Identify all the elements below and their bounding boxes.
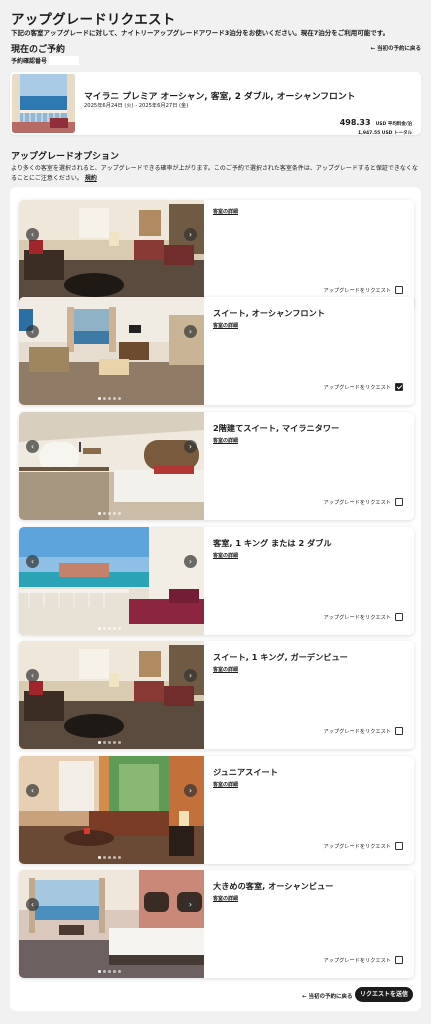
page-title: アップグレードリクエスト <box>11 12 176 28</box>
terms-link[interactable]: 規約 <box>85 175 97 182</box>
room-photo: ‹ › <box>19 412 204 520</box>
photo-dots <box>98 512 121 515</box>
previous-photo-button[interactable]: ‹ <box>26 669 39 682</box>
upgrade-request-label: アップグレードをリクエスト <box>323 843 391 850</box>
room-photo: ‹ › <box>19 870 204 978</box>
next-photo-button[interactable]: › <box>184 784 197 797</box>
upgrade-checkbox[interactable] <box>395 498 403 506</box>
upgrade-request-label: アップグレードをリクエスト <box>323 614 391 621</box>
intro-text: 下記の客室アップグレードに対して、ナイトリーアップグレードアワード3泊分をお使い… <box>11 29 390 37</box>
upgrade-checkbox[interactable] <box>395 613 403 621</box>
upgrade-checkbox[interactable] <box>395 727 403 735</box>
room-card: ‹ › スイート, 1 キング, ガーデンビュー 客室の詳細 アップグレードをリ… <box>19 641 414 749</box>
photo-dots <box>98 741 121 744</box>
room-name: 客室, 1 キング または 2 ダブル <box>213 538 332 548</box>
room-card: ‹ › 2階建てスイート, マイラニタワー 客室の詳細 アップグレードをリクエス… <box>19 412 414 520</box>
room-details-link[interactable]: 客室の詳細 <box>213 437 238 444</box>
submit-request-button[interactable]: リクエストを送信 <box>355 987 413 1002</box>
upgrade-request-option[interactable]: アップグレードをリクエスト <box>324 383 403 391</box>
price-block: 498.33 USD 平均料金/泊 1,947.55 USD トータル <box>340 110 412 136</box>
upgrade-checkbox[interactable] <box>395 956 403 964</box>
room-details-link[interactable]: 客室の詳細 <box>213 322 238 329</box>
photo-dots <box>98 397 121 400</box>
room-card: ‹ › 客室の詳細 アップグレードをリクエスト <box>19 200 414 308</box>
room-name: スイート, 1 キング, ガーデンビュー <box>213 652 348 662</box>
next-photo-button[interactable]: › <box>184 325 197 338</box>
current-booking-heading: 現在のご予約 <box>11 45 66 55</box>
room-photo: ‹ › <box>19 641 204 749</box>
next-photo-button[interactable]: › <box>184 555 197 568</box>
room-details-link[interactable]: 客室の詳細 <box>213 895 238 902</box>
previous-photo-button[interactable]: ‹ <box>26 555 39 568</box>
confirmation-number: 予約確認番号 <box>11 56 80 65</box>
room-photo: ‹ › <box>19 200 204 308</box>
price-unit: USD 平均料金/泊 <box>375 122 412 127</box>
room-photo: ‹ › <box>19 297 204 405</box>
upgrade-checkbox[interactable] <box>395 383 403 391</box>
upgrade-request-label: アップグレードをリクエスト <box>323 287 391 294</box>
photo-dots <box>98 970 121 973</box>
next-photo-button[interactable]: › <box>184 228 197 241</box>
next-photo-button[interactable]: › <box>184 440 197 453</box>
current-room-photo <box>12 74 75 133</box>
next-photo-button[interactable]: › <box>184 669 197 682</box>
room-details-link[interactable]: 客室の詳細 <box>213 552 238 559</box>
next-photo-button[interactable]: › <box>184 898 197 911</box>
photo-dots <box>98 856 121 859</box>
room-name: ジュニアスイート <box>213 767 278 777</box>
upgrade-checkbox[interactable] <box>395 842 403 850</box>
room-photo: ‹ › <box>19 756 204 864</box>
price-amount: 498.33 <box>339 118 371 127</box>
room-details-link[interactable]: 客室の詳細 <box>213 781 238 788</box>
upgrade-request-label: アップグレードをリクエスト <box>323 957 391 964</box>
upgrade-checkbox[interactable] <box>395 286 403 294</box>
room-details-link[interactable]: 客室の詳細 <box>213 666 238 673</box>
price-total: 1,947.55 USD トータル <box>358 131 412 136</box>
upgrade-request-option[interactable]: アップグレードをリクエスト <box>324 727 403 735</box>
photo-dots <box>98 627 121 630</box>
back-to-original-link[interactable]: ← 当初の予約に戻る <box>370 44 421 52</box>
description-text: より多くの客室を選択されると、アップグレードできる確率が上がります。このご予約で… <box>11 165 418 182</box>
room-name: 大きめの客室, オーシャンビュー <box>213 881 334 891</box>
room-name: 2階建てスイート, マイラニタワー <box>213 423 340 433</box>
previous-photo-button[interactable]: ‹ <box>26 784 39 797</box>
room-details-link[interactable]: 客室の詳細 <box>213 208 238 215</box>
upgrade-request-option[interactable]: アップグレードをリクエスト <box>324 498 403 506</box>
previous-photo-button[interactable]: ‹ <box>26 228 39 241</box>
previous-photo-button[interactable]: ‹ <box>26 898 39 911</box>
room-name: スイート, オーシャンフロント <box>213 308 325 318</box>
upgrade-request-label: アップグレードをリクエスト <box>323 728 391 735</box>
confirmation-label: 予約確認番号 <box>11 58 48 65</box>
room-card: ‹ › 大きめの客室, オーシャンビュー 客室の詳細 アップグレードをリクエスト <box>19 870 414 978</box>
upgrade-request-option[interactable]: アップグレードをリクエスト <box>324 842 403 850</box>
room-card: ‹ › 客室, 1 キング または 2 ダブル 客室の詳細 アップグレードをリク… <box>19 527 414 635</box>
previous-photo-button[interactable]: ‹ <box>26 440 39 453</box>
room-card: ‹ › スイート, オーシャンフロント 客室の詳細 アップグレードをリクエスト <box>19 297 414 405</box>
previous-photo-button[interactable]: ‹ <box>26 325 39 338</box>
upgrade-request-option[interactable]: アップグレードをリクエスト <box>324 956 403 964</box>
upgrade-request-label: アップグレードをリクエスト <box>323 499 391 506</box>
upgrade-request-option[interactable]: アップグレードをリクエスト <box>324 613 403 621</box>
upgrade-options-heading: アップグレードオプション <box>11 152 120 162</box>
room-card: ‹ › ジュニアスイート 客室の詳細 アップグレードをリクエスト <box>19 756 414 864</box>
current-booking-card: マイラニ プレミア オーシャン, 客室, 2 ダブル, オーシャンフロント 20… <box>10 72 421 136</box>
current-room-dates: 2025年6月24日 (火) - 2025年6月27日 (金) <box>84 103 189 109</box>
current-room-title: マイラニ プレミア オーシャン, 客室, 2 ダブル, オーシャンフロント <box>84 92 356 102</box>
footer-back-link[interactable]: ← 当初の予約に戻る <box>302 992 353 1000</box>
upgrade-request-option[interactable]: アップグレードをリクエスト <box>324 286 403 294</box>
confirmation-value <box>49 56 80 65</box>
upgrade-options-description: より多くの客室を選択されると、アップグレードできる確率が上がります。このご予約で… <box>11 164 421 183</box>
upgrade-request-label: アップグレードをリクエスト <box>323 384 391 391</box>
room-photo: ‹ › <box>19 527 204 635</box>
